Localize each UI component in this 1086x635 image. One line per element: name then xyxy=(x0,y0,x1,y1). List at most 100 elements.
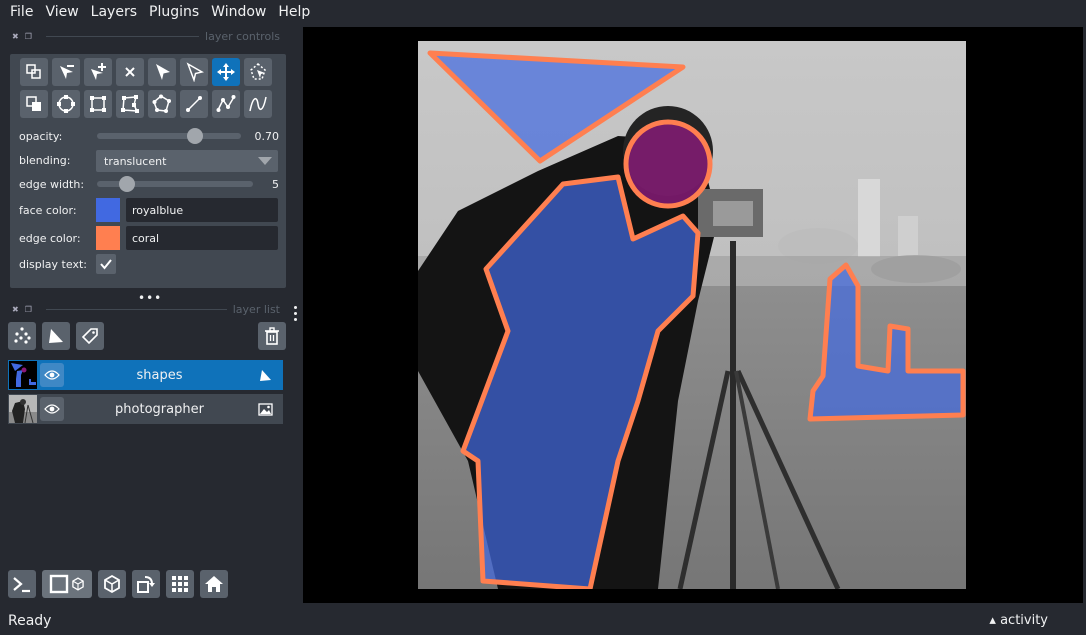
head-ellipse-shape xyxy=(623,119,713,209)
home-icon xyxy=(205,576,223,592)
dock-close-icon[interactable]: ✖ xyxy=(12,32,19,41)
face-color-input[interactable]: royalblue xyxy=(126,198,278,222)
dock-close-icon[interactable]: ✖ xyxy=(12,305,19,314)
layer-thumbnail xyxy=(9,361,37,389)
edge-color-swatch[interactable] xyxy=(96,226,120,250)
dock-float-icon[interactable]: ❐ xyxy=(25,305,32,314)
edge-width-row: edge width: 5 xyxy=(19,173,279,195)
arrow-filled-icon xyxy=(156,64,170,80)
activity-button[interactable]: ▴ activity xyxy=(989,613,1048,628)
layer-buttons xyxy=(8,322,286,350)
add-polygon-button[interactable] xyxy=(116,90,144,118)
terminal-icon xyxy=(13,577,30,593)
shapes-layer-type-icon xyxy=(255,365,275,385)
layer-controls-panel: opacity: 0.70 blending: translucent edge… xyxy=(10,54,286,288)
status-text: Ready xyxy=(8,613,52,629)
add-ellipse-button[interactable] xyxy=(52,90,80,118)
photographer-image xyxy=(418,41,966,589)
move-icon xyxy=(217,63,235,81)
arrow-outline-icon xyxy=(186,62,204,82)
delete-layer-button[interactable] xyxy=(258,322,286,350)
polygon-icon xyxy=(121,95,139,113)
rotate-icon xyxy=(137,576,155,593)
layer-row-shapes[interactable]: shapes xyxy=(8,360,283,390)
path-icon xyxy=(216,95,236,112)
menubar: File View Layers Plugins Window Help xyxy=(0,0,1086,24)
delete-shape-button[interactable] xyxy=(116,58,144,86)
direct-select-button[interactable] xyxy=(148,58,176,86)
layer-controls-header: ✖ ❐ layer controls xyxy=(8,28,286,44)
console-button[interactable] xyxy=(8,570,36,598)
menu-help[interactable]: Help xyxy=(272,0,316,24)
layer-controls-title: layer controls xyxy=(205,29,280,43)
polygon-lasso-icon xyxy=(152,94,171,113)
status-bar: Ready ▴ activity xyxy=(0,607,1086,635)
curve-icon xyxy=(249,96,267,112)
opacity-row: opacity: 0.70 xyxy=(19,125,279,147)
line-icon xyxy=(186,96,202,112)
transpose-button[interactable] xyxy=(132,570,160,598)
square-icon xyxy=(49,574,69,594)
home-button[interactable] xyxy=(200,570,228,598)
new-shapes-layer-button[interactable] xyxy=(42,322,70,350)
move-back-button[interactable] xyxy=(20,90,48,118)
remove-vertex-button[interactable] xyxy=(52,58,80,86)
roll-dims-button[interactable] xyxy=(98,570,126,598)
viewer-canvas[interactable] xyxy=(303,27,1083,603)
delete-vertex-button[interactable] xyxy=(20,58,48,86)
menu-view[interactable]: View xyxy=(39,0,84,24)
vertex-remove-icon xyxy=(60,65,74,79)
add-line-button[interactable] xyxy=(180,90,208,118)
edge-color-input[interactable]: coral xyxy=(126,226,278,250)
chevron-down-icon xyxy=(258,157,272,165)
rectangle-icon xyxy=(90,96,106,112)
points-icon xyxy=(14,327,31,344)
add-polygon-lasso-button[interactable] xyxy=(148,90,176,118)
eye-icon xyxy=(44,370,60,380)
menu-window[interactable]: Window xyxy=(205,0,272,24)
cube-icon xyxy=(104,574,120,594)
menu-layers[interactable]: Layers xyxy=(85,0,143,24)
add-polyline-button[interactable] xyxy=(244,90,272,118)
pan-zoom-button[interactable] xyxy=(212,58,240,86)
layers-back-icon xyxy=(26,96,41,111)
trash-icon xyxy=(265,327,279,345)
layer-name: photographer xyxy=(115,401,204,417)
tag-icon xyxy=(81,328,98,345)
new-points-layer-button[interactable] xyxy=(8,322,36,350)
face-color-swatch[interactable] xyxy=(96,198,120,222)
add-vertex-button[interactable] xyxy=(84,58,112,86)
opacity-value: 0.70 xyxy=(254,129,280,143)
add-rectangle-button[interactable] xyxy=(84,90,112,118)
close-icon xyxy=(125,67,135,77)
dock-float-icon[interactable]: ❐ xyxy=(25,32,32,41)
layer-list-title: layer list xyxy=(232,302,280,316)
lasso-button[interactable] xyxy=(244,58,272,86)
cube-small-icon xyxy=(72,577,84,591)
blending-select[interactable]: translucent xyxy=(96,150,278,172)
visibility-toggle[interactable] xyxy=(40,363,64,387)
select-all-icon xyxy=(26,64,41,79)
new-labels-layer-button[interactable] xyxy=(76,322,104,350)
display-text-checkbox[interactable] xyxy=(96,254,116,274)
display-text-row: display text: xyxy=(19,257,87,271)
grid-button[interactable] xyxy=(166,570,194,598)
edge-width-slider-handle[interactable] xyxy=(119,176,135,192)
more-options-icon[interactable] xyxy=(292,306,298,321)
opacity-slider-handle[interactable] xyxy=(187,128,203,144)
shapes-icon xyxy=(49,329,63,343)
grid-icon xyxy=(172,576,188,592)
layer-row-photographer[interactable]: photographer xyxy=(8,394,283,424)
ndisplay-button[interactable] xyxy=(42,570,92,598)
eye-icon xyxy=(44,404,60,414)
add-path-button[interactable] xyxy=(212,90,240,118)
visibility-toggle[interactable] xyxy=(40,397,64,421)
image-layer-type-icon xyxy=(255,399,275,419)
vertex-insert-icon xyxy=(91,63,106,80)
menu-plugins[interactable]: Plugins xyxy=(143,0,205,24)
menu-file[interactable]: File xyxy=(4,0,39,24)
opacity-slider[interactable] xyxy=(97,125,241,147)
select-button[interactable] xyxy=(180,58,208,86)
lasso-select-icon xyxy=(250,63,266,80)
edge-width-slider[interactable] xyxy=(97,173,253,195)
